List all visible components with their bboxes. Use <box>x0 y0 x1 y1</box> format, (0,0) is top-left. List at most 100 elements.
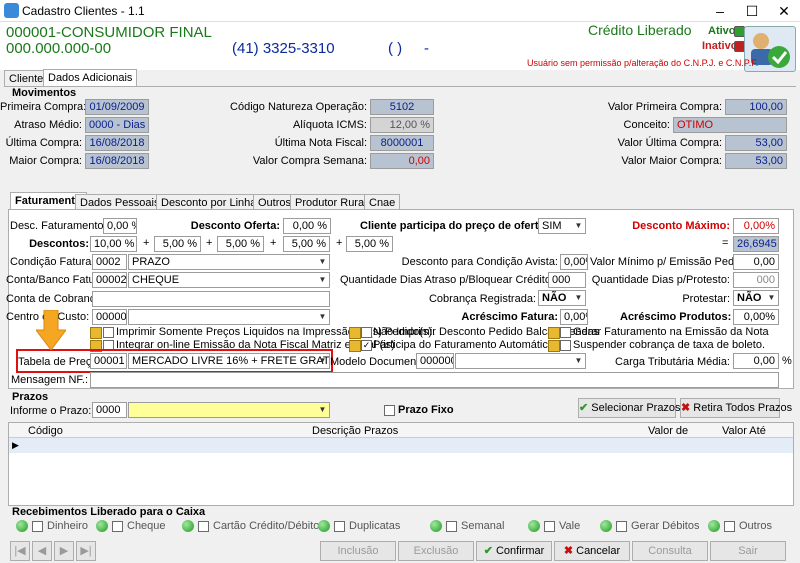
col-descricao: Descrição Prazos <box>312 425 399 437</box>
selecionar-prazos-button[interactable]: ✔ Selecionar Prazos <box>578 398 681 418</box>
desconto-5-input[interactable]: 5,00 % <box>346 236 393 252</box>
receb-duplicatas[interactable]: Duplicatas <box>318 519 400 533</box>
cancelar-button[interactable]: ✖ Cancelar <box>554 541 630 561</box>
confirmar-button[interactable]: ✔ Confirmar <box>476 541 552 561</box>
desc-max-input[interactable]: 0,00% <box>733 218 779 234</box>
desconto-2-input[interactable]: 5,00 % <box>154 236 201 252</box>
valor-min-input[interactable]: 0,00 <box>733 254 779 270</box>
prazo-code[interactable]: 0000 <box>92 402 127 418</box>
desconto-1-input[interactable]: 10,00 % <box>90 236 137 252</box>
plus-sign: + <box>336 237 343 249</box>
prev-record-button[interactable]: ◀ <box>32 541 52 561</box>
exclusao-button[interactable]: Exclusão <box>398 541 474 561</box>
tab-cnae[interactable]: Cnae <box>364 194 401 210</box>
outros-checkbox[interactable] <box>724 520 735 532</box>
info-icon <box>349 327 361 339</box>
primeira-compra-value: 01/09/2009 <box>85 99 149 115</box>
protestar-select[interactable]: NÃO ▼ <box>733 290 779 306</box>
cliente-oferta-select[interactable]: SIM ▼ <box>538 218 586 234</box>
green-ball-icon <box>96 520 108 532</box>
receb-vale[interactable]: Vale <box>528 519 580 533</box>
green-ball-icon <box>318 520 330 532</box>
ultima-nf-label: Última Nota Fiscal: <box>274 137 367 149</box>
desc-avista-input[interactable]: 0,00% <box>560 254 588 270</box>
gerar-faturamento-checkbox[interactable] <box>560 327 571 338</box>
imprimir-liquidos-checkbox[interactable] <box>103 327 114 338</box>
modelo-doc-select[interactable]: ▼ <box>455 353 586 369</box>
suspender-taxa-checkbox[interactable] <box>560 340 571 351</box>
conta-cobranca-input[interactable] <box>92 291 330 307</box>
modelo-doc-code[interactable]: 000000 <box>416 353 454 369</box>
retira-prazos-button[interactable]: ✖ Retira Todos Prazos <box>680 398 792 418</box>
consulta-button[interactable]: Consulta <box>632 541 708 561</box>
valor-min-label: Valor Mínimo p/ Emissão Pedido: <box>590 256 752 268</box>
faturamento-automatico-checkbox[interactable]: ✓ <box>361 340 372 351</box>
prazo-fixo-checkbox[interactable] <box>384 405 395 416</box>
mensagem-input[interactable] <box>90 372 779 388</box>
green-ball-icon <box>182 520 194 532</box>
receb-semanal[interactable]: Semanal <box>430 519 504 533</box>
minimize-button[interactable]: – <box>704 0 736 22</box>
table-row[interactable] <box>9 438 793 453</box>
maximize-button[interactable]: ☐ <box>736 0 768 22</box>
tab-dados-adicionais[interactable]: Dados Adicionais <box>43 69 138 87</box>
nao-imprimir-desconto-checkbox[interactable] <box>361 327 372 338</box>
retira-prazos-label: Retira Todos Prazos <box>693 402 793 414</box>
next-record-button[interactable]: ▶ <box>54 541 74 561</box>
gerar-debitos-checkbox[interactable] <box>616 520 627 532</box>
semanal-checkbox[interactable] <box>446 520 457 532</box>
acres-fatura-input[interactable]: 0,00% <box>560 309 588 325</box>
conta-banco-value: CHEQUE <box>132 274 180 286</box>
valor-primeira-value: 100,00 <box>725 99 787 115</box>
cartao-checkbox[interactable] <box>198 520 209 532</box>
plus-sign: + <box>270 237 277 249</box>
tabela-preco-select[interactable]: MERCADO LIVRE 16% + FRETE GRATIS ▼ <box>128 353 330 369</box>
receb-cartao[interactable]: Cartão Crédito/Débito <box>182 519 319 533</box>
chevron-down-icon: ▼ <box>574 221 583 230</box>
dinheiro-checkbox[interactable] <box>32 520 43 532</box>
desc-fat-input[interactable]: 0,00 % <box>103 218 137 234</box>
conta-banco-code[interactable]: 00002 <box>92 272 127 288</box>
acres-produtos-input[interactable]: 0,00% <box>733 309 779 325</box>
receb-gerar-debitos[interactable]: Gerar Débitos <box>600 519 699 533</box>
codigo-natureza-value: 5102 <box>370 99 434 115</box>
close-button[interactable]: ✕ <box>768 0 800 22</box>
desc-oferta-input[interactable]: 0,00 % <box>283 218 331 234</box>
tab-dados-pessoais[interactable]: Dados Pessoais <box>75 194 165 210</box>
cobranca-reg-select[interactable]: NÃO ▼ <box>538 290 586 306</box>
tab-produtor-rural[interactable]: Produtor Rural <box>290 194 372 210</box>
cheque-checkbox[interactable] <box>112 520 123 532</box>
cond-fatura-code[interactable]: 0002 <box>92 254 127 270</box>
chevron-down-icon: ▼ <box>318 275 327 284</box>
sair-button[interactable]: Sair <box>710 541 786 561</box>
tabela-preco-label: Tabela de Preço: <box>18 356 101 368</box>
conta-banco-select[interactable]: CHEQUE ▼ <box>128 272 330 288</box>
conta-banco-label: Conta/Banco Fatura: <box>6 274 108 286</box>
desc-fat-label: Desc. Faturamento: <box>10 220 107 232</box>
qtd-protesto-input[interactable]: 000 <box>733 272 779 288</box>
receb-cheque[interactable]: Cheque <box>96 519 166 533</box>
protestar-label: Protestar: <box>682 293 730 305</box>
valor-semana-value: 0,00 <box>370 153 434 169</box>
prazo-select[interactable]: ▼ <box>128 402 330 418</box>
qtd-atraso-input[interactable]: 000 <box>548 272 586 288</box>
duplicatas-checkbox[interactable] <box>334 520 345 532</box>
tab-desconto-linha[interactable]: Desconto por Linha <box>156 194 262 210</box>
receb-dinheiro[interactable]: Dinheiro <box>16 519 88 533</box>
inclusao-button[interactable]: Inclusão <box>320 541 396 561</box>
desconto-3-input[interactable]: 5,00 % <box>217 236 264 252</box>
centro-custo-code[interactable]: 00000 <box>92 309 127 325</box>
cond-fatura-select[interactable]: PRAZO ▼ <box>128 254 330 270</box>
first-record-button[interactable]: |◀ <box>10 541 30 561</box>
info-icon <box>548 327 560 339</box>
info-icon <box>349 340 361 352</box>
last-record-button[interactable]: ▶| <box>76 541 96 561</box>
vale-checkbox[interactable] <box>544 520 555 532</box>
desconto-4-input[interactable]: 5,00 % <box>283 236 330 252</box>
client-header: 000001-CONSUMIDOR FINAL 000.000.000-00 (… <box>0 22 800 72</box>
centro-custo-select[interactable]: ▼ <box>128 309 330 325</box>
receb-outros[interactable]: Outros <box>708 519 772 533</box>
carga-input[interactable]: 0,00 <box>733 353 779 369</box>
conceito-label: Conceito: <box>623 119 670 131</box>
tabela-preco-code[interactable]: 00001 <box>90 353 127 369</box>
